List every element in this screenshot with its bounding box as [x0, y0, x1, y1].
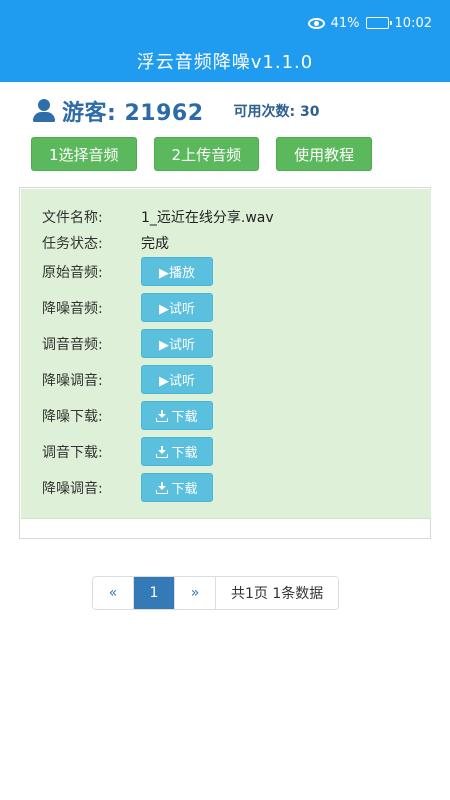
- file-name-label: 文件名称:: [42, 210, 103, 226]
- select-audio-button[interactable]: 1选择音频: [31, 137, 137, 171]
- battery-percent: 41%: [330, 15, 360, 31]
- task-status-row: 任务状态: 完成: [42, 233, 169, 253]
- preview-button-label: ▶试听: [159, 374, 195, 389]
- battery-icon: [365, 17, 392, 29]
- app-header: 41% 10:02 浮云音频降噪v1.1.0: [0, 0, 450, 82]
- download-denoised-tuned-button[interactable]: 下载: [141, 473, 213, 502]
- row-label: 调音音频:: [42, 336, 103, 353]
- download-icon: [156, 481, 169, 494]
- play-button-label: ▶播放: [159, 266, 195, 281]
- denoised-tuned-row: 降噪调音: ▶试听: [42, 365, 213, 394]
- denoised-tuned-download-row: 降噪调音: 下载: [42, 473, 213, 502]
- remaining-uses: 可用次数: 30: [233, 104, 320, 120]
- play-original-button[interactable]: ▶播放: [141, 257, 213, 286]
- page-1-link[interactable]: 1: [134, 577, 175, 609]
- action-buttons: 1选择音频 2上传音频 使用教程: [31, 137, 389, 171]
- preview-button-label: ▶试听: [159, 338, 195, 353]
- user-icon: [32, 99, 56, 123]
- pagination-info: 共1页 1条数据: [216, 577, 339, 609]
- download-button-label: 下载: [171, 410, 198, 425]
- download-button-label: 下载: [171, 482, 198, 497]
- download-denoised-button[interactable]: 下载: [141, 401, 213, 430]
- file-name-value: 1_远近在线分享.wav: [141, 210, 274, 226]
- eye-icon: [307, 17, 325, 29]
- task-status-value: 完成: [141, 236, 169, 252]
- visitor-id: 游客: 21962: [62, 101, 204, 126]
- status-bar: 41% 10:02: [307, 13, 432, 33]
- tuned-download-row: 调音下载: 下载: [42, 437, 213, 466]
- app-title: 浮云音频降噪v1.1.0: [136, 52, 314, 73]
- download-icon: [156, 409, 169, 422]
- file-name-row: 文件名称: 1_远近在线分享.wav: [42, 207, 274, 227]
- preview-denoised-button[interactable]: ▶试听: [141, 293, 213, 322]
- denoised-audio-row: 降噪音频: ▶试听: [42, 293, 213, 322]
- row-label: 调音下载:: [42, 444, 103, 461]
- download-button-label: 下载: [171, 446, 198, 461]
- preview-tuned-button[interactable]: ▶试听: [141, 329, 213, 358]
- download-tuned-button[interactable]: 下载: [141, 437, 213, 466]
- task-details: 文件名称: 1_远近在线分享.wav 任务状态: 完成 原始音频: ▶播放 降噪…: [21, 189, 431, 519]
- denoised-download-row: 降噪下载: 下载: [42, 401, 213, 430]
- row-label: 降噪调音:: [42, 480, 103, 497]
- task-status-label: 任务状态:: [42, 236, 103, 252]
- row-label: 降噪音频:: [42, 300, 103, 317]
- prev-page-link[interactable]: «: [93, 577, 134, 609]
- preview-denoised-tuned-button[interactable]: ▶试听: [141, 365, 213, 394]
- row-label: 降噪下载:: [42, 408, 103, 425]
- download-icon: [156, 445, 169, 458]
- user-info: 游客: 21962 可用次数: 30: [32, 95, 319, 127]
- next-page-link[interactable]: »: [175, 577, 216, 609]
- tutorial-button[interactable]: 使用教程: [276, 137, 373, 171]
- row-label: 降噪调音:: [42, 372, 103, 389]
- upload-audio-button[interactable]: 2上传音频: [153, 137, 260, 171]
- pagination: « 1 » 共1页 1条数据: [92, 576, 340, 610]
- tuned-audio-row: 调音音频: ▶试听: [42, 329, 213, 358]
- row-label: 原始音频:: [42, 264, 103, 281]
- task-panel: 文件名称: 1_远近在线分享.wav 任务状态: 完成 原始音频: ▶播放 降噪…: [19, 187, 431, 539]
- clock: 10:02: [394, 15, 432, 31]
- preview-button-label: ▶试听: [159, 302, 195, 317]
- original-audio-row: 原始音频: ▶播放: [42, 257, 213, 286]
